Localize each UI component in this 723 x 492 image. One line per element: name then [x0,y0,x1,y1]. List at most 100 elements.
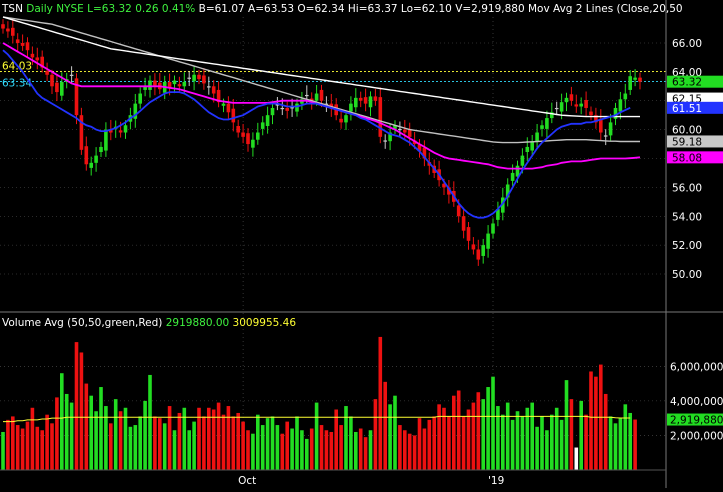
volume-study-label[interactable]: Volume Avg (50,50,green,Red) [2,317,162,329]
volume-bar [128,426,133,470]
candle-body [89,162,93,168]
candle-body [603,135,608,137]
candle-body [540,125,544,129]
study-label[interactable]: Mov Avg 2 Lines (Close,20,50 [528,3,683,15]
candle-body [554,107,559,110]
volume-bar [69,402,74,470]
volume-bar [60,373,64,470]
volume-bar [584,414,588,470]
volume-bar [305,438,309,470]
volume-bar [256,414,260,470]
volume-bar [559,419,564,470]
price-tick-label: 56.00 [672,182,702,194]
volume-bar [501,414,505,470]
candle-body [584,100,588,108]
volume-bar [241,421,245,470]
bid-price: B=61.07 [198,3,245,15]
volume-tick-label: 2,000,000 [670,430,723,442]
candle-body [368,96,373,108]
candle-body [60,81,64,96]
candle-body [1,24,5,29]
volume-bar [192,421,196,470]
volume-bar [496,406,500,470]
volume-bar [545,430,549,470]
volume-bar [162,423,167,470]
candle-body [246,133,250,145]
candle-body [461,216,466,231]
interval-label[interactable]: Daily [26,3,53,15]
volume-bar [388,404,392,470]
candle-body [589,111,593,116]
candle-body [138,93,142,104]
volume-bar [412,435,417,470]
volume-bar [579,400,583,470]
candle-body [187,77,191,79]
candle-body [251,139,255,148]
volume-bar [329,431,334,470]
volume-bar [265,418,270,470]
candle-body [256,132,260,140]
candle-body [123,125,128,133]
volume-bar [260,425,265,470]
candle-body [491,223,495,234]
candle-body [265,115,270,127]
volume-bar [594,376,598,470]
candle-body [69,74,74,76]
last-price: L=63.32 [87,3,132,15]
volume-bar [368,430,373,470]
volume-bar [158,418,162,470]
volume-bar [300,430,304,470]
volume-bar [515,411,520,470]
price-tick-label: 60.00 [672,125,702,137]
candle-body [564,97,569,103]
volume-bar [535,426,539,470]
candle-body [192,74,196,82]
volume-bar [628,412,632,470]
volume-bar [295,416,299,470]
net-change: 0.26 [135,3,159,15]
time-tick-label: '19 [488,475,504,487]
volume-bar [113,399,118,470]
candle-body [177,84,182,87]
volume-bar [138,416,142,470]
volume-bar [569,399,574,470]
volume-bar [613,423,618,470]
price-flag-label: 59.18 [672,136,702,148]
high-price: Hi=63.37 [347,3,398,15]
volume-bar [618,418,623,470]
volume-bar [25,421,30,470]
candle-body [15,39,20,43]
open-price: O=62.34 [297,3,345,15]
volume-bar [172,430,177,470]
candle-body [280,107,285,110]
candle-body [118,130,123,133]
volume-bar [202,416,206,470]
ticker-label[interactable]: TSN [2,3,23,15]
volume-bar [525,407,530,470]
volume-bar [354,431,358,470]
candle-body [545,118,549,129]
volume-bar [153,416,157,470]
candle-body [608,122,613,136]
candle-body [6,28,10,32]
volume-bar [427,419,432,470]
candle-body [510,172,515,181]
volume-bar [417,418,422,470]
candle-body [11,27,15,36]
volume-bar [383,381,387,470]
candle-body [574,104,579,107]
volume-bar [84,383,89,470]
volume-bar [236,412,240,470]
volume-study-value2: 3009955.46 [232,317,297,329]
volume-header: Volume Avg (50,50,green,Red) 2919880.00 … [2,317,296,329]
volume-bar [50,423,54,470]
volume-bar [109,423,113,470]
candle-body [295,103,299,112]
candle-body [398,128,402,131]
candle-body [383,140,387,142]
volume-bar [216,402,221,470]
volume-bar [623,404,628,470]
candle-body [241,132,245,137]
volume-bar [40,430,44,470]
candle-body [94,155,98,163]
